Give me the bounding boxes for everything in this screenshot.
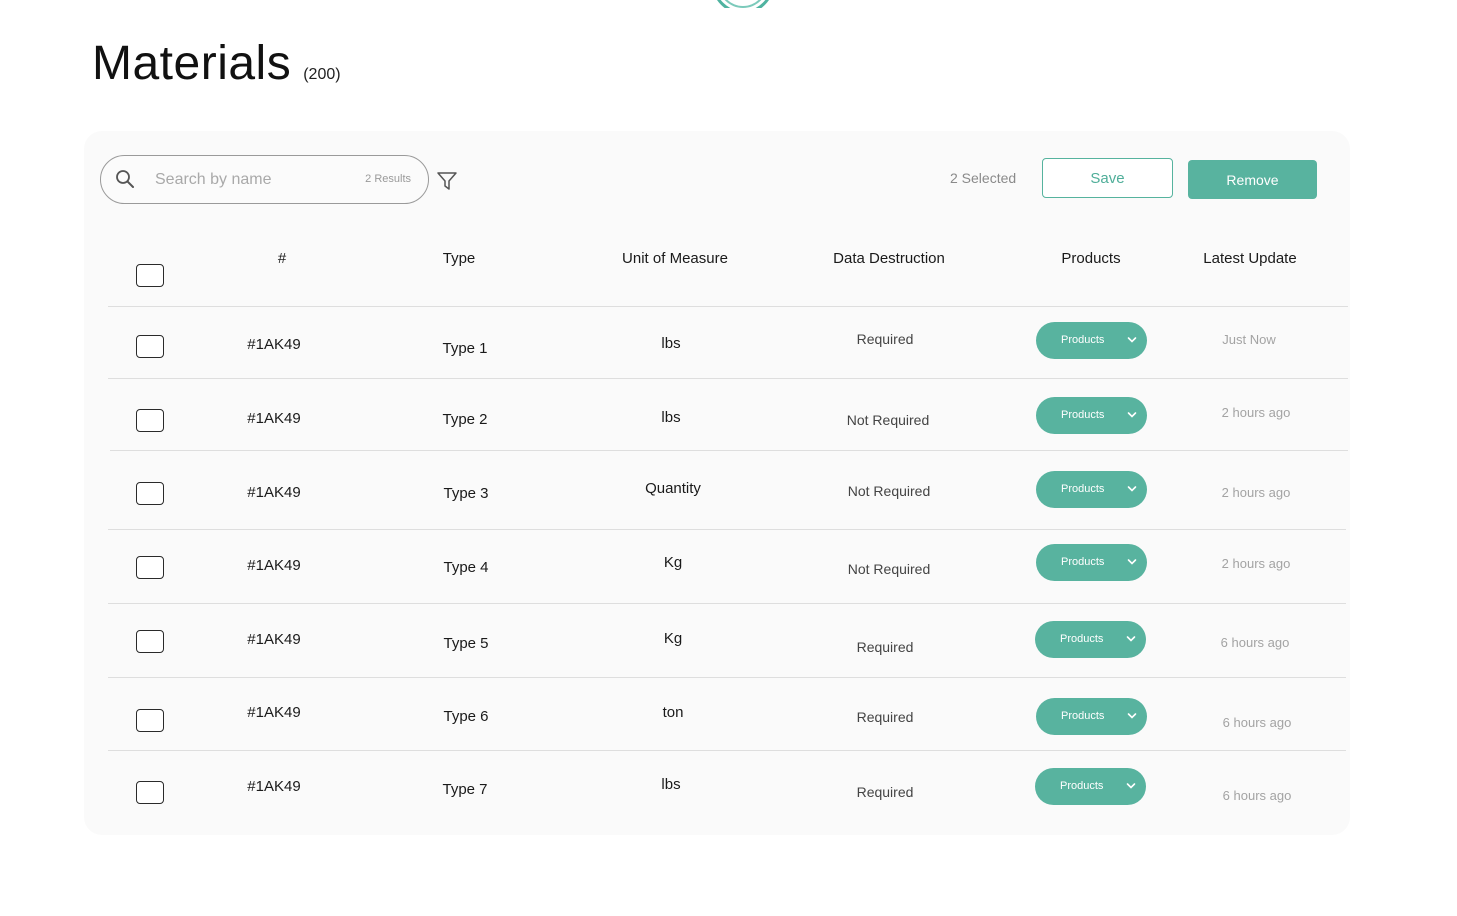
row-unit: lbs <box>661 776 680 793</box>
chevron-down-icon <box>1126 635 1136 643</box>
remove-button[interactable]: Remove <box>1188 160 1317 199</box>
column-header-data-destruction[interactable]: Data Destruction <box>833 250 945 267</box>
row-latest-update: Just Now <box>1222 332 1275 347</box>
row-checkbox[interactable] <box>136 709 164 732</box>
row-id: #1AK49 <box>247 336 300 353</box>
row-latest-update: 6 hours ago <box>1223 788 1292 803</box>
row-id: #1AK49 <box>247 410 300 427</box>
column-header-products[interactable]: Products <box>1061 250 1120 267</box>
row-latest-update: 2 hours ago <box>1222 556 1291 571</box>
selected-count: 2 Selected <box>950 170 1016 186</box>
chevron-down-icon <box>1127 712 1137 720</box>
row-unit: Kg <box>664 554 682 571</box>
row-data-destruction: Not Required <box>847 412 930 428</box>
filter-icon[interactable] <box>436 170 458 192</box>
row-checkbox[interactable] <box>136 781 164 804</box>
row-data-destruction: Required <box>857 709 914 725</box>
row-data-destruction: Not Required <box>848 561 931 577</box>
chevron-down-icon <box>1127 411 1137 419</box>
row-checkbox[interactable] <box>136 630 164 653</box>
column-header-latest-update[interactable]: Latest Update <box>1203 250 1296 267</box>
row-divider <box>108 378 1348 379</box>
row-latest-update: 2 hours ago <box>1222 405 1291 420</box>
products-dropdown[interactable]: Products <box>1035 621 1146 658</box>
products-dropdown-label: Products <box>1061 334 1104 346</box>
row-type: Type 1 <box>442 340 487 357</box>
row-divider <box>108 750 1346 751</box>
row-unit: lbs <box>661 409 680 426</box>
materials-panel <box>84 131 1350 835</box>
row-unit: Quantity <box>645 480 701 497</box>
row-id: #1AK49 <box>247 631 300 648</box>
row-checkbox[interactable] <box>136 482 164 505</box>
products-dropdown-label: Products <box>1061 556 1104 568</box>
row-unit: Kg <box>664 630 682 647</box>
products-dropdown[interactable]: Products <box>1036 471 1147 508</box>
row-type: Type 6 <box>443 708 488 725</box>
search-box[interactable]: 2 Results <box>100 155 429 204</box>
select-all-checkbox[interactable] <box>136 264 164 287</box>
row-data-destruction: Required <box>857 639 914 655</box>
search-results-count: 2 Results <box>365 173 411 185</box>
row-unit: ton <box>663 704 684 721</box>
row-latest-update: 6 hours ago <box>1221 635 1290 650</box>
row-divider <box>110 450 1348 451</box>
chevron-down-icon <box>1127 485 1137 493</box>
row-latest-update: 6 hours ago <box>1223 715 1292 730</box>
row-divider <box>108 603 1346 604</box>
row-checkbox[interactable] <box>136 409 164 432</box>
chevron-down-icon <box>1126 782 1136 790</box>
row-type: Type 5 <box>443 635 488 652</box>
products-dropdown[interactable]: Products <box>1036 698 1147 735</box>
products-dropdown[interactable]: Products <box>1036 322 1147 359</box>
column-header-id[interactable]: # <box>278 250 286 267</box>
column-header-unit[interactable]: Unit of Measure <box>622 250 728 267</box>
row-type: Type 4 <box>443 559 488 576</box>
row-latest-update: 2 hours ago <box>1222 485 1291 500</box>
products-dropdown-label: Products <box>1061 483 1104 495</box>
products-dropdown[interactable]: Products <box>1035 768 1146 805</box>
row-divider <box>108 529 1346 530</box>
item-count: (200) <box>303 66 340 84</box>
row-checkbox[interactable] <box>136 335 164 358</box>
row-id: #1AK49 <box>247 557 300 574</box>
row-id: #1AK49 <box>247 704 300 721</box>
chevron-down-icon <box>1127 558 1137 566</box>
row-id: #1AK49 <box>247 484 300 501</box>
row-data-destruction: Required <box>857 331 914 347</box>
row-divider <box>108 306 1348 307</box>
search-input[interactable] <box>155 166 355 194</box>
products-dropdown-label: Products <box>1061 710 1104 722</box>
column-header-type[interactable]: Type <box>443 250 476 267</box>
row-type: Type 2 <box>442 411 487 428</box>
row-data-destruction: Not Required <box>848 483 931 499</box>
row-type: Type 7 <box>442 781 487 798</box>
save-button[interactable]: Save <box>1042 158 1173 198</box>
products-dropdown[interactable]: Products <box>1036 397 1147 434</box>
products-dropdown-label: Products <box>1061 409 1104 421</box>
chevron-down-icon <box>1127 336 1137 344</box>
row-unit: lbs <box>661 335 680 352</box>
row-data-destruction: Required <box>857 784 914 800</box>
page-title: Materials <box>92 36 291 91</box>
products-dropdown[interactable]: Products <box>1036 544 1147 581</box>
search-icon <box>115 169 135 189</box>
logo <box>712 0 774 8</box>
row-type: Type 3 <box>443 485 488 502</box>
page-header: Materials (200) <box>92 36 341 91</box>
row-checkbox[interactable] <box>136 556 164 579</box>
row-id: #1AK49 <box>247 778 300 795</box>
products-dropdown-label: Products <box>1060 780 1103 792</box>
products-dropdown-label: Products <box>1060 633 1103 645</box>
row-divider <box>108 677 1346 678</box>
